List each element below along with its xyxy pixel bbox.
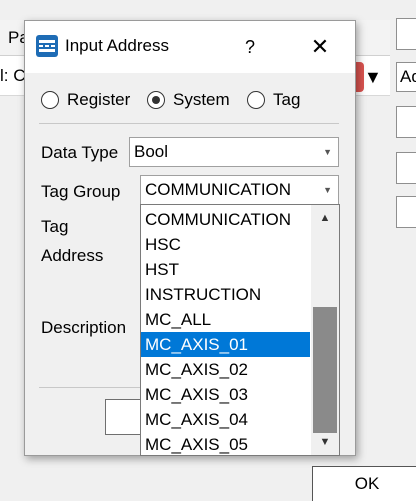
dialog-titlebar[interactable]: Input Address ? ✕ <box>25 21 355 73</box>
dropdown-scrollbar[interactable]: ▲ ▼ <box>311 205 339 455</box>
scrollbar-thumb[interactable] <box>313 307 337 433</box>
ok-button[interactable]: OK <box>312 466 416 501</box>
radio-tag-label: Tag <box>273 90 301 109</box>
dropdown-option[interactable]: HSC <box>141 232 310 257</box>
data-type-label: Data Type <box>41 143 119 162</box>
scroll-down-icon[interactable]: ▼ <box>311 431 339 453</box>
data-type-value: Bool <box>134 142 169 161</box>
address-type-radio-group: Register System Tag <box>25 83 355 117</box>
radio-tag[interactable]: Tag <box>247 89 327 111</box>
tag-group-select[interactable]: COMMUNICATION ▼ <box>140 175 339 205</box>
radio-register-label: Register <box>67 90 131 109</box>
dropdown-option[interactable]: MC_ALL <box>141 307 310 332</box>
address-label: Address <box>41 246 104 265</box>
chevron-down-icon[interactable]: ▼ <box>323 176 332 204</box>
radio-system-label: System <box>173 90 230 109</box>
divider <box>39 123 339 124</box>
help-icon[interactable]: ? <box>233 31 267 63</box>
tag-label: Tag <box>41 217 69 236</box>
radio-system-circle[interactable] <box>147 91 165 109</box>
tag-group-label: Tag Group <box>41 182 121 201</box>
dropdown-option[interactable]: HST <box>141 257 310 282</box>
dropdown-arrow-icon[interactable]: ▼ <box>364 62 382 92</box>
tag-group-dropdown-list[interactable]: COMMUNICATION HSC HST INSTRUCTION MC_ALL… <box>140 204 340 456</box>
radio-tag-circle[interactable] <box>247 91 265 109</box>
radio-system[interactable]: System <box>147 89 257 111</box>
dropdown-option[interactable]: MC_AXIS_02 <box>141 357 310 382</box>
dropdown-option[interactable]: INSTRUCTION <box>141 282 310 307</box>
scroll-up-icon[interactable]: ▲ <box>311 207 339 229</box>
dropdown-option[interactable]: MC_AXIS_04 <box>141 407 310 432</box>
data-type-select[interactable]: Bool ▼ <box>129 137 339 167</box>
app-icon <box>36 35 58 57</box>
side-field[interactable]: Ad <box>396 62 416 92</box>
dropdown-option[interactable]: COMMUNICATION <box>141 207 310 232</box>
dropdown-option-selected[interactable]: MC_AXIS_01 <box>141 332 310 357</box>
side-button-1[interactable] <box>396 18 416 50</box>
side-button-3[interactable] <box>396 152 416 184</box>
dialog-title: Input Address <box>65 36 169 55</box>
side-button-4[interactable] <box>396 196 416 228</box>
side-button-2[interactable] <box>396 106 416 138</box>
dropdown-option[interactable]: MC_AXIS_03 <box>141 382 310 407</box>
close-icon[interactable]: ✕ <box>303 31 337 63</box>
dropdown-option[interactable]: MC_AXIS_05 <box>141 432 310 457</box>
radio-register[interactable]: Register <box>41 89 151 111</box>
tag-group-value: COMMUNICATION <box>145 180 292 199</box>
chevron-down-icon[interactable]: ▼ <box>323 138 332 166</box>
radio-register-circle[interactable] <box>41 91 59 109</box>
description-label: Description <box>41 318 127 337</box>
